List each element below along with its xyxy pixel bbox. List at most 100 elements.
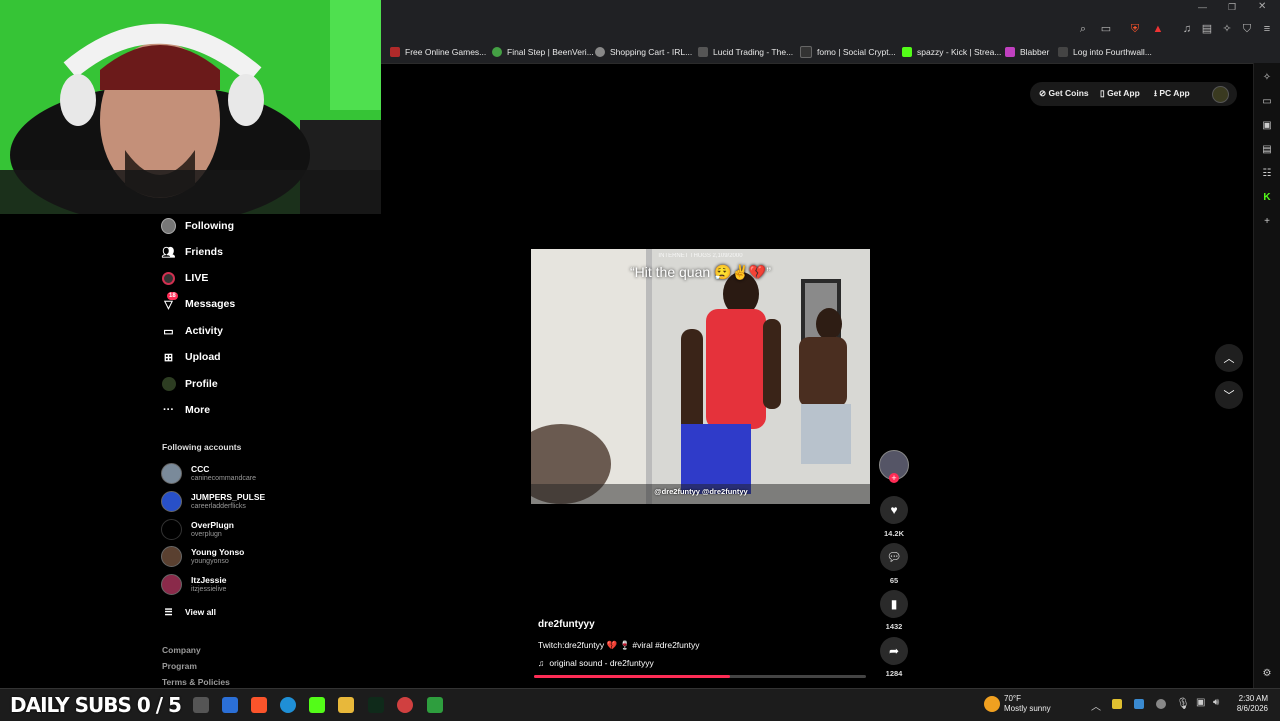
bookmarks-icon[interactable]: ▤	[1260, 143, 1274, 157]
bookmark-item[interactable]: Free Online Games...	[390, 45, 486, 59]
task-view-icon[interactable]	[193, 697, 209, 713]
minimize-icon[interactable]: —	[1198, 2, 1207, 12]
microphone-icon[interactable]: 🎙︎	[1176, 697, 1190, 710]
bookmark-item[interactable]: Blabber	[1005, 45, 1049, 59]
clock-time: 2:30 AM	[1238, 694, 1268, 703]
nav-friends[interactable]: 👥︎ Friends	[161, 242, 223, 262]
bookmark-item[interactable]: Shopping Cart - IRL...	[595, 45, 692, 59]
nav-upload[interactable]: ⊞ Upload	[161, 347, 221, 367]
bookmark-item[interactable]: Log into Fourthwall...	[1058, 45, 1152, 59]
account-item[interactable]: Young Yonso youngyonso	[161, 543, 244, 569]
cast-icon[interactable]: ▭	[1099, 22, 1113, 36]
video-sound[interactable]: ♫ original sound - dre2funtyyy	[538, 658, 654, 668]
favicon-icon	[1058, 47, 1068, 57]
tray-app-icon[interactable]	[1156, 699, 1166, 709]
app-icon[interactable]	[397, 697, 413, 713]
footer-link-company[interactable]: Company	[162, 645, 201, 655]
wallet-icon[interactable]: ▤	[1200, 22, 1214, 36]
nav-label: Activity	[185, 325, 223, 337]
top-actions-bar: ⊘ Get Coins ▯ Get App ⭳ PC App	[1030, 82, 1237, 106]
favicon-icon	[698, 47, 708, 57]
follow-plus-icon[interactable]: +	[889, 473, 899, 483]
nav-label: LIVE	[185, 272, 209, 284]
tray-app-icon[interactable]	[1134, 699, 1144, 709]
taskbar: DAILY SUBS 0 / 5 70°F Mostly sunny ︿ 🎙︎ …	[0, 688, 1280, 721]
bookmark-item[interactable]: Final Step | BeenVeri...	[492, 45, 594, 59]
add-panel-icon[interactable]: +	[1260, 215, 1274, 229]
pin-icon[interactable]: ✧	[1260, 71, 1274, 85]
weather-widget[interactable]: 70°F Mostly sunny	[1004, 694, 1051, 714]
weather-icon[interactable]	[984, 696, 1000, 712]
messages-icon: ▽ 18	[164, 291, 178, 311]
bookmark-item[interactable]: fomo | Social Crypt...	[800, 45, 896, 59]
brave-rewards-icon[interactable]: ▲	[1151, 22, 1165, 36]
volume-icon[interactable]: 🔊︎	[1213, 697, 1219, 708]
settings-icon[interactable]: ⚙	[1260, 667, 1274, 681]
network-icon[interactable]: ▣	[1196, 697, 1205, 708]
tray-app-icon[interactable]	[1112, 699, 1122, 709]
account-item[interactable]: OverPlugn overplugn	[161, 516, 234, 542]
account-name: Young Yonso	[191, 546, 245, 557]
bookmark-item[interactable]: spazzy - Kick | Strea...	[902, 45, 1001, 59]
bookmark-item[interactable]: Lucid Trading - The...	[698, 45, 793, 59]
search-icon[interactable]: ⌕	[1076, 22, 1090, 36]
get-app-button[interactable]: ▯ Get App	[1100, 88, 1140, 99]
account-handle: caninecommandcare	[191, 474, 256, 482]
close-icon[interactable]: ✕	[1258, 1, 1266, 12]
terminal-icon[interactable]	[368, 697, 384, 713]
video-handle-overlay: @dre2funtyy @dre2funtyy	[654, 487, 748, 496]
user-avatar[interactable]	[1212, 86, 1229, 103]
video-author[interactable]: dre2funtyyy	[538, 619, 595, 630]
kick-icon[interactable]: K	[1260, 191, 1274, 205]
music-icon[interactable]: ♫	[1180, 22, 1194, 36]
account-item[interactable]: CCC caninecommandcare	[161, 460, 256, 486]
vpn-icon[interactable]: ⛉	[1240, 22, 1254, 36]
next-video-button[interactable]: ﹀	[1215, 381, 1243, 409]
nav-more[interactable]: ··· More	[161, 400, 210, 420]
account-handle: overplugn	[191, 530, 222, 538]
nav-following[interactable]: Following	[161, 216, 234, 236]
share-button[interactable]: ➦	[880, 637, 908, 665]
menu-icon[interactable]: ≡	[1260, 22, 1274, 36]
brave-shield-icon[interactable]: ⛨	[1128, 22, 1142, 36]
save-button[interactable]: ▮	[880, 590, 908, 618]
tray-chevron-icon[interactable]: ︿	[1091, 698, 1101, 713]
media-icon[interactable]: ▭	[1260, 95, 1274, 109]
footer-link-terms[interactable]: Terms & Policies	[162, 677, 230, 687]
save-count: 1432	[885, 622, 903, 631]
brave-browser-icon[interactable]	[251, 697, 267, 713]
get-coins-button[interactable]: ⊘ Get Coins	[1039, 88, 1089, 99]
bookmark-label: Lucid Trading - The...	[713, 47, 794, 57]
nav-activity[interactable]: ▭ Activity	[161, 321, 223, 341]
wallet-icon[interactable]: ▣	[1260, 119, 1274, 133]
previous-video-button[interactable]: ︿	[1215, 344, 1243, 372]
download-icon: ⭳	[1154, 88, 1157, 98]
restore-icon[interactable]: ❐	[1228, 2, 1236, 13]
file-explorer-icon[interactable]	[338, 697, 354, 713]
weather-temp: 70°F	[1004, 694, 1021, 703]
xbox-icon[interactable]	[427, 697, 443, 713]
bookmark-label: fomo | Social Crypt...	[817, 47, 896, 57]
footer-link-program[interactable]: Program	[162, 661, 197, 671]
video-progress-fill	[534, 675, 730, 678]
video-player[interactable]: INTERNET THUGS 2,109/2000 “Hit the quan …	[531, 249, 870, 504]
app-icon[interactable]	[222, 697, 238, 713]
like-button[interactable]: ♥	[880, 496, 908, 524]
account-item[interactable]: JUMPERS_PULSE careerladderflicks	[161, 488, 265, 514]
reading-list-icon[interactable]: ☷	[1260, 167, 1274, 181]
ai-sparkle-icon[interactable]: ✧	[1220, 22, 1234, 36]
clock[interactable]: 2:30 AM 8/6/2026	[1228, 694, 1268, 714]
nav-label: More	[185, 404, 211, 416]
video-progress-bar[interactable]	[534, 675, 866, 678]
account-item[interactable]: ItzJessie itzjessielive	[161, 571, 226, 597]
edge-icon[interactable]	[280, 697, 296, 713]
nav-messages[interactable]: ▽ 18 Messages	[161, 291, 235, 314]
nav-live[interactable]: LIVE	[161, 268, 208, 288]
nav-profile[interactable]: Profile	[161, 374, 218, 394]
comment-button[interactable]: 💬︎	[880, 543, 908, 571]
nav-label: Upload	[185, 351, 221, 363]
kick-app-icon[interactable]	[309, 697, 325, 713]
favicon-icon	[595, 47, 605, 57]
pc-app-button[interactable]: ⭳ PC App	[1154, 88, 1190, 102]
view-all-button[interactable]: ☰ View all	[161, 602, 216, 622]
